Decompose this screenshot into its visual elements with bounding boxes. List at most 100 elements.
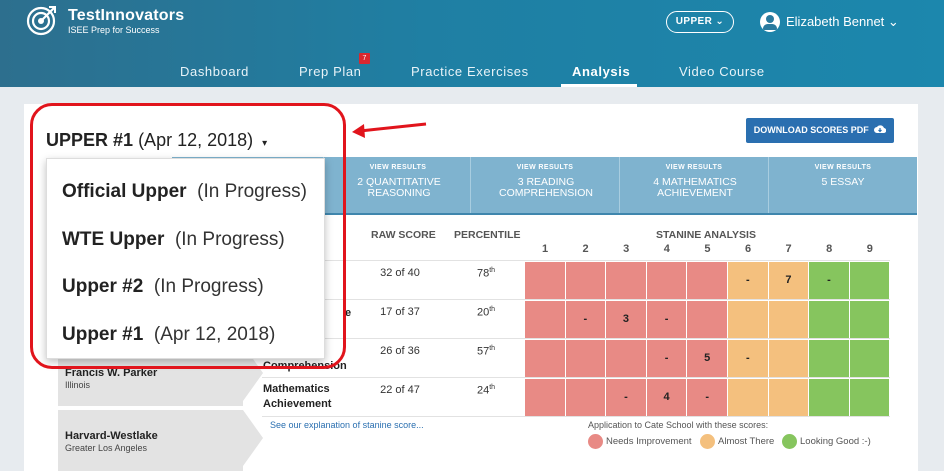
tab-label: 4 MATHEMATICS ACHIEVEMENT bbox=[653, 176, 737, 199]
percentile-value: 78 bbox=[476, 267, 490, 280]
stanine-cell: - bbox=[809, 262, 850, 299]
stanine-explanation-link[interactable]: See our explanation of stanine score... bbox=[270, 420, 424, 430]
row-label: Mathematics Achievement bbox=[263, 383, 332, 410]
raw-score-header: RAW SCORE bbox=[371, 229, 436, 241]
user-name: Elizabeth Bennet bbox=[786, 14, 885, 29]
stanine-number: 7 bbox=[785, 243, 792, 255]
tab-label: 2 QUANTITATIVE REASONING bbox=[357, 176, 441, 199]
nav-analysis[interactable]: Analysis bbox=[572, 64, 630, 79]
stanine-cell bbox=[809, 301, 850, 338]
nav-video-course[interactable]: Video Course bbox=[679, 64, 765, 79]
stanine-cell: 4 bbox=[646, 379, 688, 416]
legend-title: Application to Cate School with these sc… bbox=[588, 420, 769, 430]
stanine-cell bbox=[687, 262, 728, 299]
percentile-suffix: th bbox=[489, 267, 496, 274]
stanine-cell: - bbox=[606, 379, 647, 416]
raw-score: 32 of 40 bbox=[380, 267, 420, 279]
nav-practice-exercises[interactable]: Practice Exercises bbox=[411, 64, 529, 79]
brand-name[interactable]: TestInnovators bbox=[68, 7, 184, 25]
user-avatar-icon[interactable] bbox=[760, 12, 780, 32]
percentile-suffix: th bbox=[489, 384, 496, 391]
stanine-cell bbox=[728, 379, 769, 416]
tab-label: 5 ESSAY bbox=[821, 176, 865, 188]
percentile: 20th bbox=[460, 306, 512, 319]
legend-green-dot bbox=[782, 434, 797, 449]
stanine-cell bbox=[768, 379, 810, 416]
stanine-cell bbox=[525, 301, 566, 338]
stanine-cell bbox=[565, 262, 607, 299]
download-scores-pdf-button[interactable]: DOWNLOAD SCORES PDF bbox=[746, 118, 894, 143]
user-menu-button[interactable]: Elizabeth Bennet ⌄ bbox=[786, 14, 899, 30]
stanine-number: 8 bbox=[826, 243, 833, 255]
stanine-cell bbox=[525, 340, 566, 377]
stanine-cell bbox=[768, 301, 810, 338]
view-results-label: VIEW RESULTS bbox=[369, 164, 427, 171]
percentile-value: 20 bbox=[476, 306, 490, 319]
stanine-cell bbox=[728, 301, 769, 338]
cloud-download-icon bbox=[874, 125, 887, 134]
percentile-value: 57 bbox=[476, 345, 490, 358]
raw-score: 26 of 36 bbox=[380, 345, 420, 357]
prep-plan-badge: 7 bbox=[359, 53, 370, 64]
level-selector-button[interactable]: UPPER ⌄ bbox=[666, 11, 734, 33]
school-pointer bbox=[243, 410, 263, 466]
school-location: Illinois bbox=[65, 380, 91, 390]
legend-orange-dot bbox=[700, 434, 715, 449]
view-results-label: VIEW RESULTS bbox=[665, 164, 723, 171]
stanine-number: 3 bbox=[623, 243, 630, 255]
stanine-cell bbox=[849, 379, 891, 416]
stanine-cell: - bbox=[565, 301, 607, 338]
stanine-cell bbox=[849, 262, 891, 299]
annotation-highlight-ring bbox=[30, 103, 346, 369]
nav-prep-plan[interactable]: Prep Plan bbox=[299, 64, 362, 79]
tab-mathematics-achievement[interactable]: VIEW RESULTS 4 MATHEMATICS ACHIEVEMENT bbox=[619, 157, 768, 213]
stanine-cell: 3 bbox=[606, 301, 647, 338]
stanine-cell: - bbox=[687, 379, 728, 416]
legend-red-dot bbox=[588, 434, 603, 449]
annotation-arrow-icon bbox=[352, 122, 427, 138]
percentile: 57th bbox=[460, 345, 512, 358]
school-item[interactable]: Harvard-Westlake Greater Los Angeles bbox=[58, 410, 243, 471]
stanine-cell: 5 bbox=[687, 340, 728, 377]
stanine-cell bbox=[809, 379, 850, 416]
percentile-value: 24 bbox=[476, 384, 490, 397]
stanine-number: 1 bbox=[541, 243, 549, 255]
stanine-cell bbox=[849, 301, 891, 338]
stanine-cell bbox=[646, 262, 688, 299]
stanine-cell bbox=[525, 379, 566, 416]
percentile: 78th bbox=[460, 267, 512, 280]
level-label: UPPER bbox=[675, 16, 713, 27]
stanine-cell bbox=[606, 340, 647, 377]
stanine-cell: 7 bbox=[768, 262, 810, 299]
stanine-cell bbox=[768, 340, 810, 377]
percentile-header: PERCENTILE bbox=[454, 229, 521, 241]
stanine-cell: - bbox=[646, 340, 688, 377]
stanine-cell: - bbox=[728, 262, 769, 299]
chevron-down-icon: ⌄ bbox=[887, 14, 899, 29]
row-divider bbox=[262, 416, 890, 417]
row-divider bbox=[262, 299, 890, 300]
stanine-cell bbox=[849, 340, 891, 377]
legend-label: Needs Improvement bbox=[606, 436, 692, 447]
nav-dashboard[interactable]: Dashboard bbox=[180, 64, 249, 79]
stanine-cell: - bbox=[728, 340, 769, 377]
chevron-down-icon: ⌄ bbox=[715, 16, 725, 27]
stanine-cell bbox=[606, 262, 647, 299]
tab-reading-comprehension[interactable]: VIEW RESULTS 3 READING COMPREHENSION bbox=[470, 157, 619, 213]
view-results-label: VIEW RESULTS bbox=[814, 164, 872, 171]
stanine-cell bbox=[809, 340, 850, 377]
legend-label: Looking Good :-) bbox=[800, 436, 871, 447]
stanine-number: 2 bbox=[582, 243, 589, 255]
row-divider bbox=[262, 377, 890, 378]
download-button-label: DOWNLOAD SCORES PDF bbox=[753, 125, 869, 135]
top-header: TestInnovators ISEE Prep for Success UPP… bbox=[0, 0, 944, 87]
target-logo-icon[interactable] bbox=[26, 6, 56, 36]
active-tab-indicator bbox=[561, 84, 637, 87]
percentile-suffix: th bbox=[489, 306, 496, 313]
stanine-cell bbox=[687, 301, 728, 338]
school-location: Greater Los Angeles bbox=[65, 443, 148, 453]
stanine-cell bbox=[565, 340, 607, 377]
stanine-analysis-header: STANINE ANALYSIS bbox=[656, 229, 756, 241]
tab-essay[interactable]: VIEW RESULTS 5 ESSAY bbox=[768, 157, 917, 213]
raw-score: 22 of 47 bbox=[380, 384, 420, 396]
